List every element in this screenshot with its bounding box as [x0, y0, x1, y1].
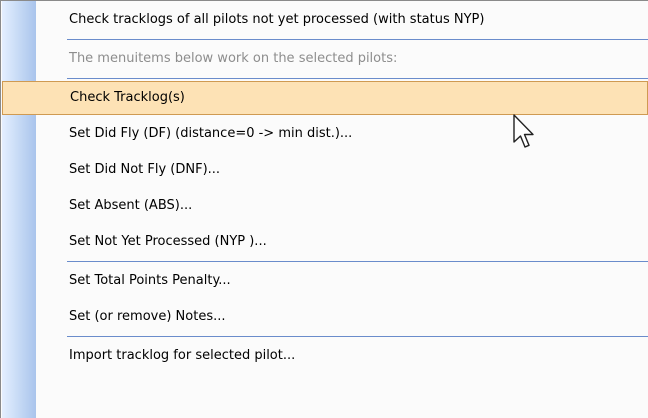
- context-menu: Check tracklogs of all pilots not yet pr…: [0, 0, 648, 418]
- menu-item-set-not-yet-processed[interactable]: Set Not Yet Processed (NYP )...: [1, 224, 648, 260]
- menu-item-label: Check Tracklog(s): [70, 90, 185, 105]
- menu-items: Check tracklogs of all pilots not yet pr…: [1, 2, 648, 374]
- menu-item-label: Set (or remove) Notes...: [69, 309, 226, 324]
- menu-item-set-total-points-penalty[interactable]: Set Total Points Penalty...: [1, 263, 648, 299]
- menu-item-label: Set Did Not Fly (DNF)...: [69, 162, 221, 177]
- menu-item-label: The menuitems below work on the selected…: [69, 51, 398, 66]
- menu-item-label: Set Total Points Penalty...: [69, 273, 231, 288]
- menu-item-import-tracklog[interactable]: Import tracklog for selected pilot...: [1, 338, 648, 374]
- menu-separator: [1, 77, 648, 80]
- arrow-pointer-icon: [513, 114, 539, 152]
- menu-item-info-selected-pilots: The menuitems below work on the selected…: [1, 41, 648, 77]
- menu-item-set-absent[interactable]: Set Absent (ABS)...: [1, 188, 648, 224]
- menu-item-check-tracklogs[interactable]: Check Tracklog(s): [2, 81, 648, 115]
- menu-item-set-did-not-fly[interactable]: Set Did Not Fly (DNF)...: [1, 152, 648, 188]
- menu-item-label: Check tracklogs of all pilots not yet pr…: [69, 12, 485, 27]
- menu-item-check-tracklogs-nyp[interactable]: Check tracklogs of all pilots not yet pr…: [1, 2, 648, 38]
- menu-item-label: Import tracklog for selected pilot...: [69, 348, 296, 363]
- menu-item-label: Set Absent (ABS)...: [69, 198, 193, 213]
- menu-item-label: Set Did Fly (DF) (distance=0 -> min dist…: [69, 126, 353, 141]
- menu-item-set-notes[interactable]: Set (or remove) Notes...: [1, 299, 648, 335]
- menu-item-set-did-fly[interactable]: Set Did Fly (DF) (distance=0 -> min dist…: [1, 116, 648, 152]
- menu-item-label: Set Not Yet Processed (NYP )...: [69, 234, 267, 249]
